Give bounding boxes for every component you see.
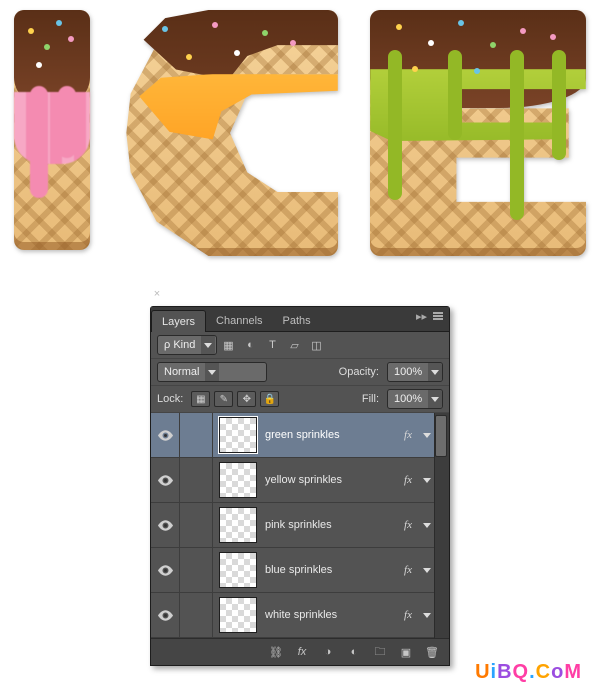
fill-label: Fill: xyxy=(362,393,379,405)
letter-e xyxy=(370,10,586,256)
layer-fx-badge[interactable]: fx xyxy=(397,429,419,441)
layer-row[interactable]: blue sprinkles fx xyxy=(151,548,449,593)
filter-kind-dropdown[interactable]: ρ Kind xyxy=(157,335,217,355)
opacity-value: 100% xyxy=(388,366,428,378)
fill-value: 100% xyxy=(388,393,428,405)
layer-thumbnail[interactable] xyxy=(219,462,257,498)
new-layer-icon[interactable]: ▣ xyxy=(399,646,413,659)
new-group-icon[interactable]: 🗀 xyxy=(373,643,387,662)
filter-pixel-icon[interactable]: ▦ xyxy=(221,339,236,352)
layer-expand-icon[interactable] xyxy=(419,568,435,573)
watermark: UiBQ.CoM xyxy=(475,662,582,682)
panel-close-icon[interactable]: × xyxy=(150,288,164,302)
layer-name[interactable]: pink sprinkles xyxy=(265,519,397,531)
layer-thumbnail[interactable] xyxy=(219,597,257,633)
blend-row: Normal Opacity: 100% xyxy=(151,359,449,386)
layer-name[interactable]: blue sprinkles xyxy=(265,564,397,576)
lock-transparent-icon[interactable]: ▦ xyxy=(191,391,210,407)
blend-mode-value: Normal xyxy=(158,366,205,378)
layer-fx-badge[interactable]: fx xyxy=(397,564,419,576)
layer-fx-badge[interactable]: fx xyxy=(397,519,419,531)
visibility-toggle[interactable] xyxy=(151,458,180,502)
delete-layer-icon[interactable]: 🗑 xyxy=(425,646,439,659)
fill-dropdown[interactable]: 100% xyxy=(387,389,443,409)
layer-fx-badge[interactable]: fx xyxy=(397,609,419,621)
panel-collapse-icon[interactable]: ▸▸ xyxy=(416,310,427,323)
layer-scrollbar[interactable] xyxy=(434,413,449,638)
adjustment-layer-icon[interactable]: ◐ xyxy=(347,646,361,658)
link-layers-icon[interactable]: ⛓ xyxy=(269,646,283,659)
visibility-toggle[interactable] xyxy=(151,413,180,457)
layer-row[interactable]: pink sprinkles fx xyxy=(151,503,449,548)
layer-name[interactable]: green sprinkles xyxy=(265,429,397,441)
layer-mask-icon[interactable]: ◑ xyxy=(321,646,335,658)
layer-row[interactable]: white sprinkles fx xyxy=(151,593,449,638)
visibility-toggle[interactable] xyxy=(151,503,180,547)
layer-name[interactable]: yellow sprinkles xyxy=(265,474,397,486)
layers-panel: Layers Channels Paths ▸▸ ρ Kind ▦ ◐ T ▱ … xyxy=(150,306,450,666)
lock-row: Lock: ▦ ✎ ✥ 🔒 Fill: 100% xyxy=(151,386,449,413)
tab-paths[interactable]: Paths xyxy=(273,310,321,331)
visibility-toggle[interactable] xyxy=(151,548,180,592)
panel-footer: ⛓ fx ◑ ◐ 🗀 ▣ 🗑 xyxy=(151,638,449,665)
layer-thumbnail[interactable] xyxy=(219,552,257,588)
filter-adjust-icon[interactable]: ◐ xyxy=(243,339,258,352)
layer-expand-icon[interactable] xyxy=(419,433,435,438)
filter-type-icons: ▦ ◐ T ▱ ◫ xyxy=(221,339,324,352)
layer-expand-icon[interactable] xyxy=(419,523,435,528)
layer-row[interactable]: green sprinkles fx xyxy=(151,413,449,458)
layer-thumbnail[interactable] xyxy=(219,507,257,543)
filter-row: ρ Kind ▦ ◐ T ▱ ◫ xyxy=(151,332,449,359)
opacity-dropdown[interactable]: 100% xyxy=(387,362,443,382)
opacity-label: Opacity: xyxy=(339,366,379,378)
layer-row[interactable]: yellow sprinkles fx xyxy=(151,458,449,503)
lock-label: Lock: xyxy=(157,393,183,405)
filter-smart-icon[interactable]: ◫ xyxy=(309,339,324,352)
letter-i xyxy=(14,10,90,250)
layer-expand-icon[interactable] xyxy=(419,613,435,618)
lock-all-icon[interactable]: 🔒 xyxy=(260,391,279,407)
layer-thumbnail[interactable] xyxy=(219,417,257,453)
layer-expand-icon[interactable] xyxy=(419,478,435,483)
filter-shape-icon[interactable]: ▱ xyxy=(287,339,302,352)
lock-pixels-icon[interactable]: ✎ xyxy=(214,391,233,407)
filter-type-icon[interactable]: T xyxy=(265,339,280,352)
tab-channels[interactable]: Channels xyxy=(206,310,272,331)
visibility-toggle[interactable] xyxy=(151,593,180,637)
layer-fx-badge[interactable]: fx xyxy=(397,474,419,486)
layer-style-icon[interactable]: fx xyxy=(295,646,309,658)
lock-position-icon[interactable]: ✥ xyxy=(237,391,256,407)
panel-tab-strip: Layers Channels Paths ▸▸ xyxy=(151,307,449,332)
artwork-ice xyxy=(14,10,586,260)
tab-layers[interactable]: Layers xyxy=(151,310,206,332)
blend-mode-dropdown[interactable]: Normal xyxy=(157,362,267,382)
letter-c xyxy=(122,10,338,256)
layer-list: green sprinkles fx yellow sprinkles fx xyxy=(151,413,449,638)
panel-flyout-icon[interactable] xyxy=(429,309,447,323)
layer-name[interactable]: white sprinkles xyxy=(265,609,397,621)
